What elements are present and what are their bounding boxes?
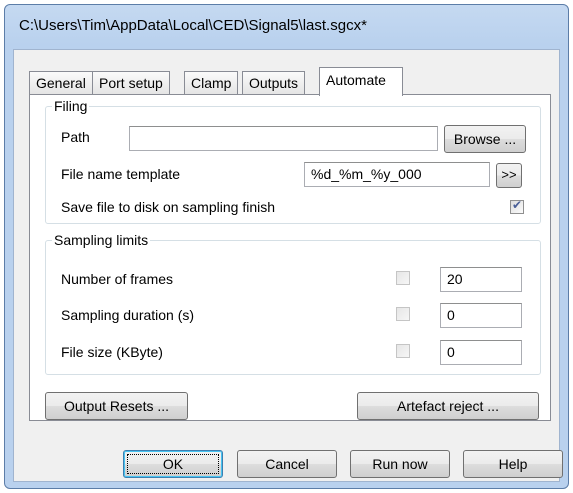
run-now-button[interactable]: Run now (350, 450, 450, 478)
cancel-button[interactable]: Cancel (237, 450, 337, 478)
automate-tab-panel: Filing Path Browse ... File name templat… (29, 94, 551, 421)
tab-general[interactable]: General (29, 71, 93, 95)
tab-automate[interactable]: Automate (319, 67, 403, 96)
save-on-finish-checkbox[interactable]: ✔ (510, 198, 524, 214)
sampling-limits-legend: Sampling limits (54, 232, 149, 248)
number-of-frames-label: Number of frames (61, 271, 174, 287)
sampling-duration-label: Sampling duration (s) (61, 307, 195, 323)
path-label: Path (61, 129, 90, 145)
template-options-button[interactable]: >> (496, 163, 522, 188)
sampling-duration-input[interactable]: 0 (440, 303, 522, 328)
checkmark-icon: ✔ (512, 198, 523, 212)
file-name-template-input[interactable]: %d_%m_%y_000 (304, 162, 490, 187)
save-on-finish-label: Save file to disk on sampling finish (61, 199, 275, 215)
tab-port-setup[interactable]: Port setup (92, 71, 170, 95)
output-resets-button[interactable]: Output Resets ... (45, 392, 188, 420)
number-of-frames-checkbox[interactable] (396, 271, 410, 285)
file-size-label: File size (KByte) (61, 344, 163, 360)
ok-button[interactable]: OK (123, 450, 223, 478)
window-title: C:\Users\Tim\AppData\Local\CED\Signal5\l… (19, 17, 367, 34)
tab-outputs[interactable]: Outputs (242, 71, 306, 95)
dialog-window: C:\Users\Tim\AppData\Local\CED\Signal5\l… (4, 4, 569, 489)
help-button[interactable]: Help (463, 450, 563, 478)
number-of-frames-input[interactable]: 20 (440, 267, 522, 292)
dialog-client-area: General Port setup Clamp Outputs Automat… (13, 49, 563, 482)
tab-clamp[interactable]: Clamp (184, 71, 239, 95)
sampling-duration-checkbox[interactable] (396, 307, 410, 321)
artefact-reject-button[interactable]: Artefact reject ... (357, 392, 539, 420)
file-size-input[interactable]: 0 (440, 340, 522, 365)
browse-button[interactable]: Browse ... (444, 125, 526, 153)
file-name-template-label: File name template (61, 166, 181, 182)
path-input[interactable] (129, 126, 438, 151)
file-size-checkbox[interactable] (396, 344, 410, 358)
filing-legend: Filing (54, 98, 88, 114)
ok-button-label: OK (162, 456, 184, 472)
